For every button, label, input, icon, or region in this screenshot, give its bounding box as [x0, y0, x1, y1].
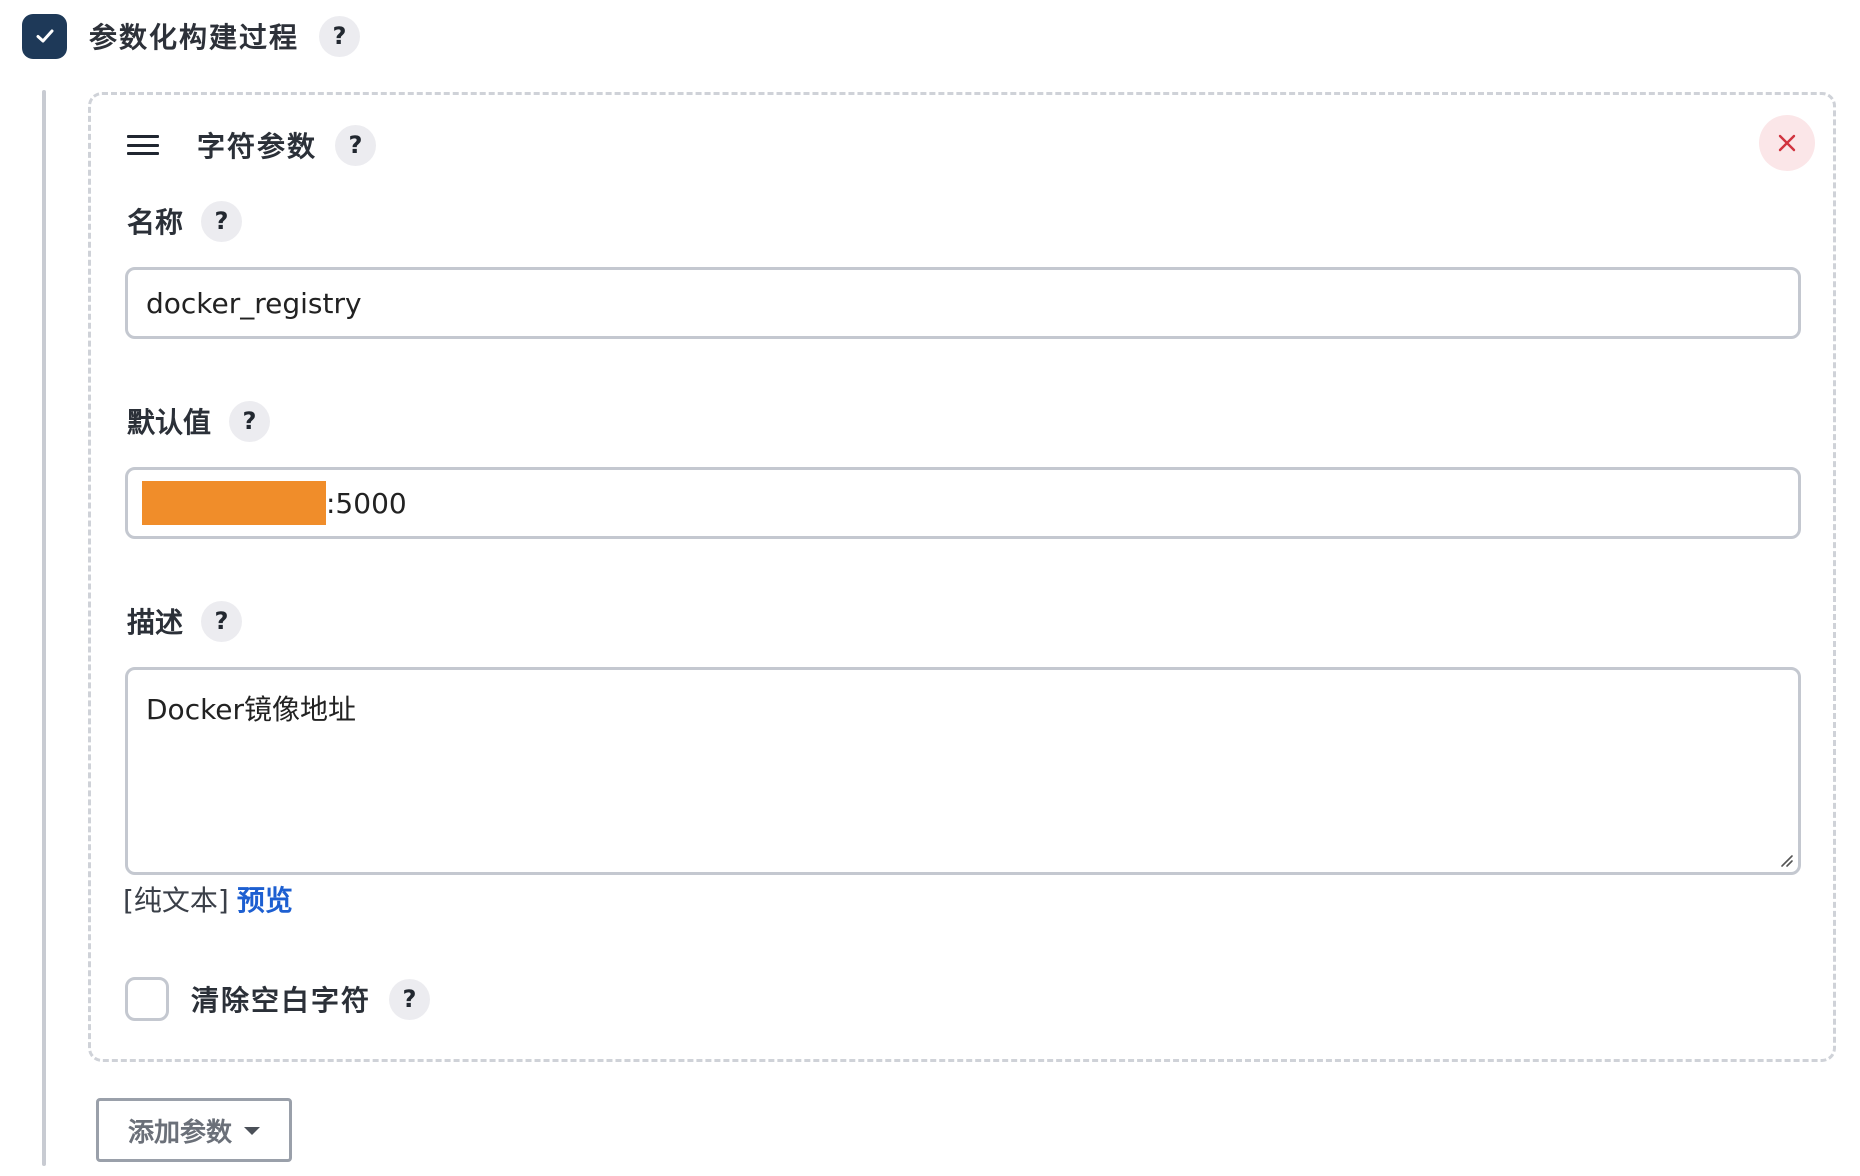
- preview-link[interactable]: 预览: [237, 884, 293, 917]
- description-field-label: 描述 ?: [127, 599, 243, 643]
- markup-formatter: [纯文本] 预览: [123, 879, 293, 919]
- default-value-label-text: 默认值: [127, 406, 212, 439]
- default-value-suffix: :5000: [326, 486, 407, 520]
- parameterized-build-header: 参数化构建过程 ?: [22, 12, 361, 60]
- parameterized-build-checkbox[interactable]: [22, 13, 67, 59]
- close-icon: [1778, 134, 1796, 152]
- help-icon[interactable]: ?: [389, 978, 431, 1020]
- name-input[interactable]: docker_registry: [125, 267, 1801, 339]
- string-parameter-card: 字符参数 ? 名称 ? docker_registry 默认值 ? :5000 …: [88, 92, 1836, 1062]
- help-icon[interactable]: ?: [319, 15, 361, 57]
- resize-handle-icon[interactable]: [1780, 854, 1794, 868]
- trim-option-row: 清除空白字符 ?: [125, 975, 431, 1023]
- trim-label: 清除空白字符: [191, 984, 372, 1017]
- default-value-input[interactable]: :5000: [125, 467, 1801, 539]
- name-input-value: docker_registry: [146, 286, 362, 320]
- parameter-card-header: 字符参数 ?: [127, 123, 377, 167]
- description-label-text: 描述: [127, 606, 184, 639]
- drag-handle-icon[interactable]: [127, 135, 159, 155]
- add-parameter-label: 添加参数: [127, 1117, 232, 1148]
- plain-text-label: [纯文本]: [123, 884, 229, 917]
- name-field-label: 名称 ?: [127, 199, 243, 243]
- add-parameter-button[interactable]: 添加参数: [96, 1098, 292, 1162]
- help-icon[interactable]: ?: [201, 600, 243, 642]
- parameter-type-title: 字符参数: [197, 130, 318, 163]
- trim-checkbox[interactable]: [125, 977, 169, 1021]
- help-icon[interactable]: ?: [229, 400, 271, 442]
- default-value-field-label: 默认值 ?: [127, 399, 271, 443]
- check-icon: [36, 29, 53, 43]
- description-textarea[interactable]: Docker镜像地址: [125, 667, 1801, 875]
- help-icon[interactable]: ?: [335, 124, 377, 166]
- help-icon[interactable]: ?: [201, 200, 243, 242]
- delete-parameter-button[interactable]: [1759, 115, 1815, 171]
- description-value: Docker镜像地址: [146, 693, 357, 726]
- caret-down-icon: [244, 1127, 260, 1135]
- redacted-block: [142, 481, 326, 525]
- parameterized-build-title: 参数化构建过程: [89, 21, 300, 54]
- name-label-text: 名称: [127, 206, 184, 239]
- section-rail: [42, 90, 46, 1166]
- parameterized-build-section: 参数化构建过程 ? 字符参数 ? 名称 ? docker_registry 默认…: [0, 0, 1860, 1176]
